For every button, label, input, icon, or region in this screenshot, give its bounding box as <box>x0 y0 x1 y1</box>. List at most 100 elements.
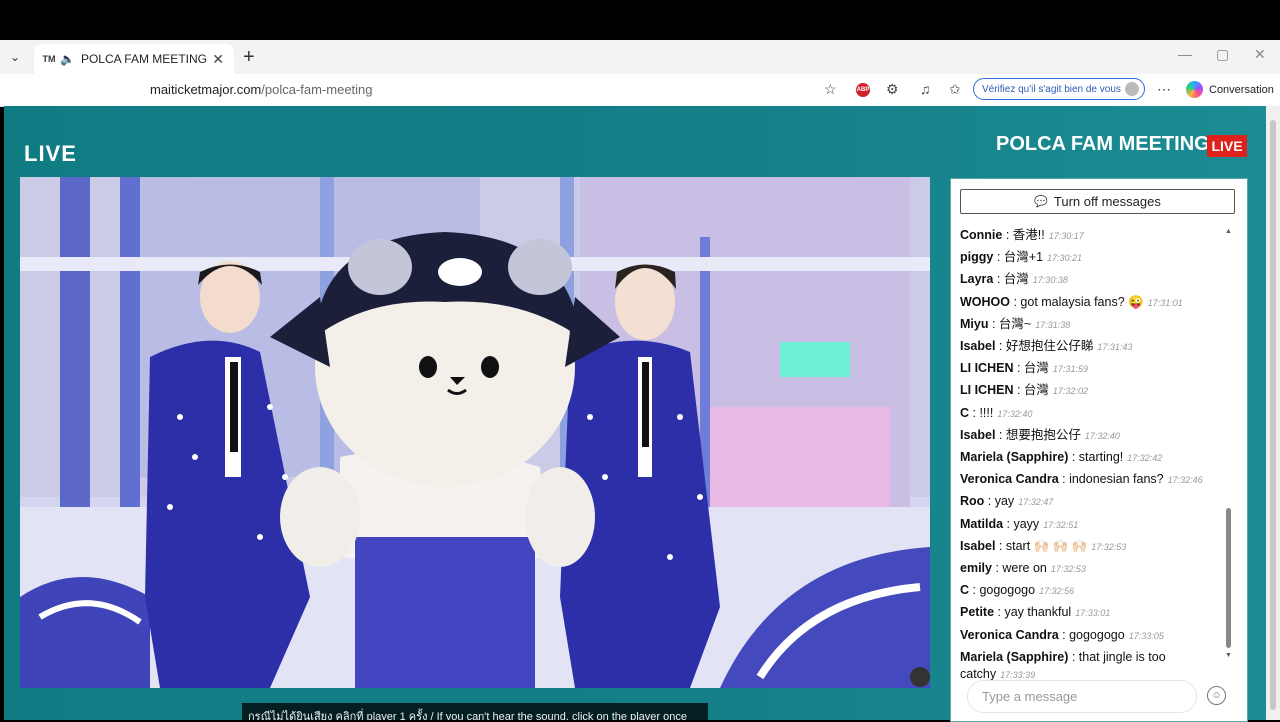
video-frame <box>20 177 930 688</box>
chat-separator: : <box>1058 472 1070 487</box>
chat-message: Miyu : 台灣~ 17:31:38 <box>960 314 1222 336</box>
more-icon[interactable]: ⋯ <box>1157 81 1171 98</box>
chat-timestamp: 17:31:43 <box>1097 342 1133 353</box>
address-bar[interactable]: maiticketmajor.com/polca-fam-meeting <box>150 82 373 97</box>
puzzle-icon[interactable]: ⚙ <box>886 81 899 98</box>
chat-separator: : <box>995 427 1006 442</box>
emoji-icon[interactable]: ☺ <box>1207 686 1226 705</box>
scroll-up-icon[interactable]: ▲ <box>1225 228 1232 235</box>
chat-timestamp: 17:30:38 <box>1032 275 1068 286</box>
chat-username: WOHOO <box>960 294 1010 309</box>
chat-username: Layra <box>960 272 994 287</box>
chat-message: C : !!!! 17:32:40 <box>960 403 1222 425</box>
chat-username: Petite <box>960 605 995 620</box>
chat-username: LI ICHEN <box>960 361 1014 376</box>
chat-separator: : <box>969 405 980 420</box>
chat-text: indonesian fans? <box>1069 472 1164 487</box>
chat-scrollbar[interactable]: ▲ ▼ <box>1225 228 1232 660</box>
address-path: /polca-fam-meeting <box>261 82 373 97</box>
turn-off-messages-label: Turn off messages <box>1053 194 1161 209</box>
chat-username: Isabel <box>960 427 996 442</box>
chat-timestamp: 17:32:02 <box>1052 386 1088 397</box>
chat-text: 台灣 <box>1023 383 1049 398</box>
page-title: POLCA FAM MEETING <box>996 133 1210 155</box>
chat-separator: : <box>995 339 1006 354</box>
chat-text: gogogogo <box>979 583 1036 598</box>
chat-text: 台灣~ <box>998 316 1032 331</box>
chat-timestamp: 17:31:01 <box>1147 297 1183 308</box>
chat-timestamp: 17:32:42 <box>1127 453 1163 464</box>
chat-timestamp: 17:32:56 <box>1039 586 1075 597</box>
chat-text: were on <box>1002 561 1047 576</box>
chat-username: Veronica Candra <box>960 627 1059 642</box>
chat-separator: : <box>995 538 1006 553</box>
speaker-icon[interactable]: 🔈 <box>60 52 75 66</box>
chat-username: C <box>960 583 970 598</box>
chat-username: Connie <box>960 228 1003 242</box>
turn-off-messages-button[interactable]: 💬 Turn off messages <box>960 189 1235 214</box>
scroll-down-icon[interactable]: ▼ <box>1225 652 1232 659</box>
chat-timestamp: 17:33:39 <box>1000 669 1036 680</box>
chat-timestamp: 17:31:38 <box>1035 319 1071 330</box>
chat-timestamp: 17:32:46 <box>1167 475 1203 486</box>
maximize-icon[interactable]: ▢ <box>1216 46 1229 63</box>
chat-separator: : <box>1068 649 1079 664</box>
minimize-icon[interactable]: — <box>1178 46 1192 62</box>
chat-message: Connie : 香港!! 17:30:17 <box>960 225 1222 247</box>
chat-username: Veronica Candra <box>960 472 1059 487</box>
avatar <box>1125 82 1139 96</box>
chat-bubble-icon: 💬 <box>1034 196 1048 208</box>
message-input[interactable]: Type a message <box>967 680 1197 713</box>
chat-message: Isabel : 好想抱住公仔睇 17:31:43 <box>960 336 1222 358</box>
window-close-icon[interactable]: ✕ <box>1254 46 1266 63</box>
chat-text: 台灣 <box>1023 361 1049 376</box>
chat-text: yayy <box>1013 516 1040 531</box>
chat-message: Mariela (Sapphire) : that jingle is too … <box>960 649 1222 684</box>
chat-message: Layra : 台灣 17:30:38 <box>960 269 1222 291</box>
close-icon[interactable]: ✕ <box>212 51 224 68</box>
plus-icon[interactable]: + <box>243 46 255 69</box>
star-icon[interactable]: ☆ <box>824 81 837 98</box>
chat-timestamp: 17:32:47 <box>1018 497 1054 508</box>
chat-timestamp: 17:32:40 <box>997 408 1033 419</box>
chat-text: 好想抱住公仔睇 <box>1005 339 1094 354</box>
profile-verify-button[interactable]: Vérifiez qu'il s'agit bien de vous <box>973 78 1145 100</box>
chat-text: got malaysia fans? 😜 <box>1020 294 1144 309</box>
chat-username: piggy <box>960 250 994 265</box>
address-domain: maiticketmajor.com <box>150 82 262 97</box>
page-scroll-thumb[interactable] <box>1270 120 1276 710</box>
chat-username: emily <box>960 561 992 576</box>
chat-message-list: Connie : 香港!! 17:30:17 piggy : 台灣+1 17:30:2… <box>960 225 1222 684</box>
copilot-button[interactable]: Conversation <box>1186 81 1274 98</box>
adblock-icon[interactable]: ABP <box>856 83 870 97</box>
collections-icon[interactable]: ♫ <box>920 81 931 97</box>
chat-text: 台灣+1 <box>1003 250 1044 265</box>
chat-text: yay thankful <box>1004 605 1072 620</box>
chevron-down-icon[interactable]: ⌄ <box>10 50 20 64</box>
tab-title: POLCA FAM MEETING <box>80 52 207 66</box>
chat-separator: : <box>1068 450 1079 465</box>
favicon-icon: TM <box>42 54 56 64</box>
chat-message: Mariela (Sapphire) : starting! 17:32:42 <box>960 447 1222 469</box>
chat-separator: : <box>993 272 1004 287</box>
chat-timestamp: 17:31:59 <box>1052 364 1088 375</box>
chat-username: Isabel <box>960 339 996 354</box>
chat-message: LI ICHEN : 台灣 17:32:02 <box>960 380 1222 402</box>
chat-separator: : <box>1010 294 1021 309</box>
chat-text: 台灣 <box>1003 272 1029 287</box>
chat-timestamp: 17:33:01 <box>1075 608 1111 619</box>
chat-message: C : gogogogo 17:32:56 <box>960 580 1222 602</box>
chat-username: C <box>960 405 970 420</box>
browser-tab[interactable]: TM 🔈 POLCA FAM MEETING ✕ <box>34 44 234 74</box>
favorites-icon[interactable]: ✩ <box>949 81 961 98</box>
chat-username: Roo <box>960 494 985 509</box>
chat-timestamp: 17:33:05 <box>1128 630 1164 641</box>
video-player[interactable] <box>20 177 930 688</box>
chat-separator: : <box>1002 228 1013 242</box>
chat-scroll-thumb[interactable] <box>1226 508 1231 648</box>
chat-username: Isabel <box>960 538 996 553</box>
chat-separator: : <box>993 250 1004 265</box>
verify-label: Vérifiez qu'il s'agit bien de vous <box>982 83 1121 95</box>
chat-separator: : <box>1058 627 1070 642</box>
chat-separator: : <box>969 583 980 598</box>
